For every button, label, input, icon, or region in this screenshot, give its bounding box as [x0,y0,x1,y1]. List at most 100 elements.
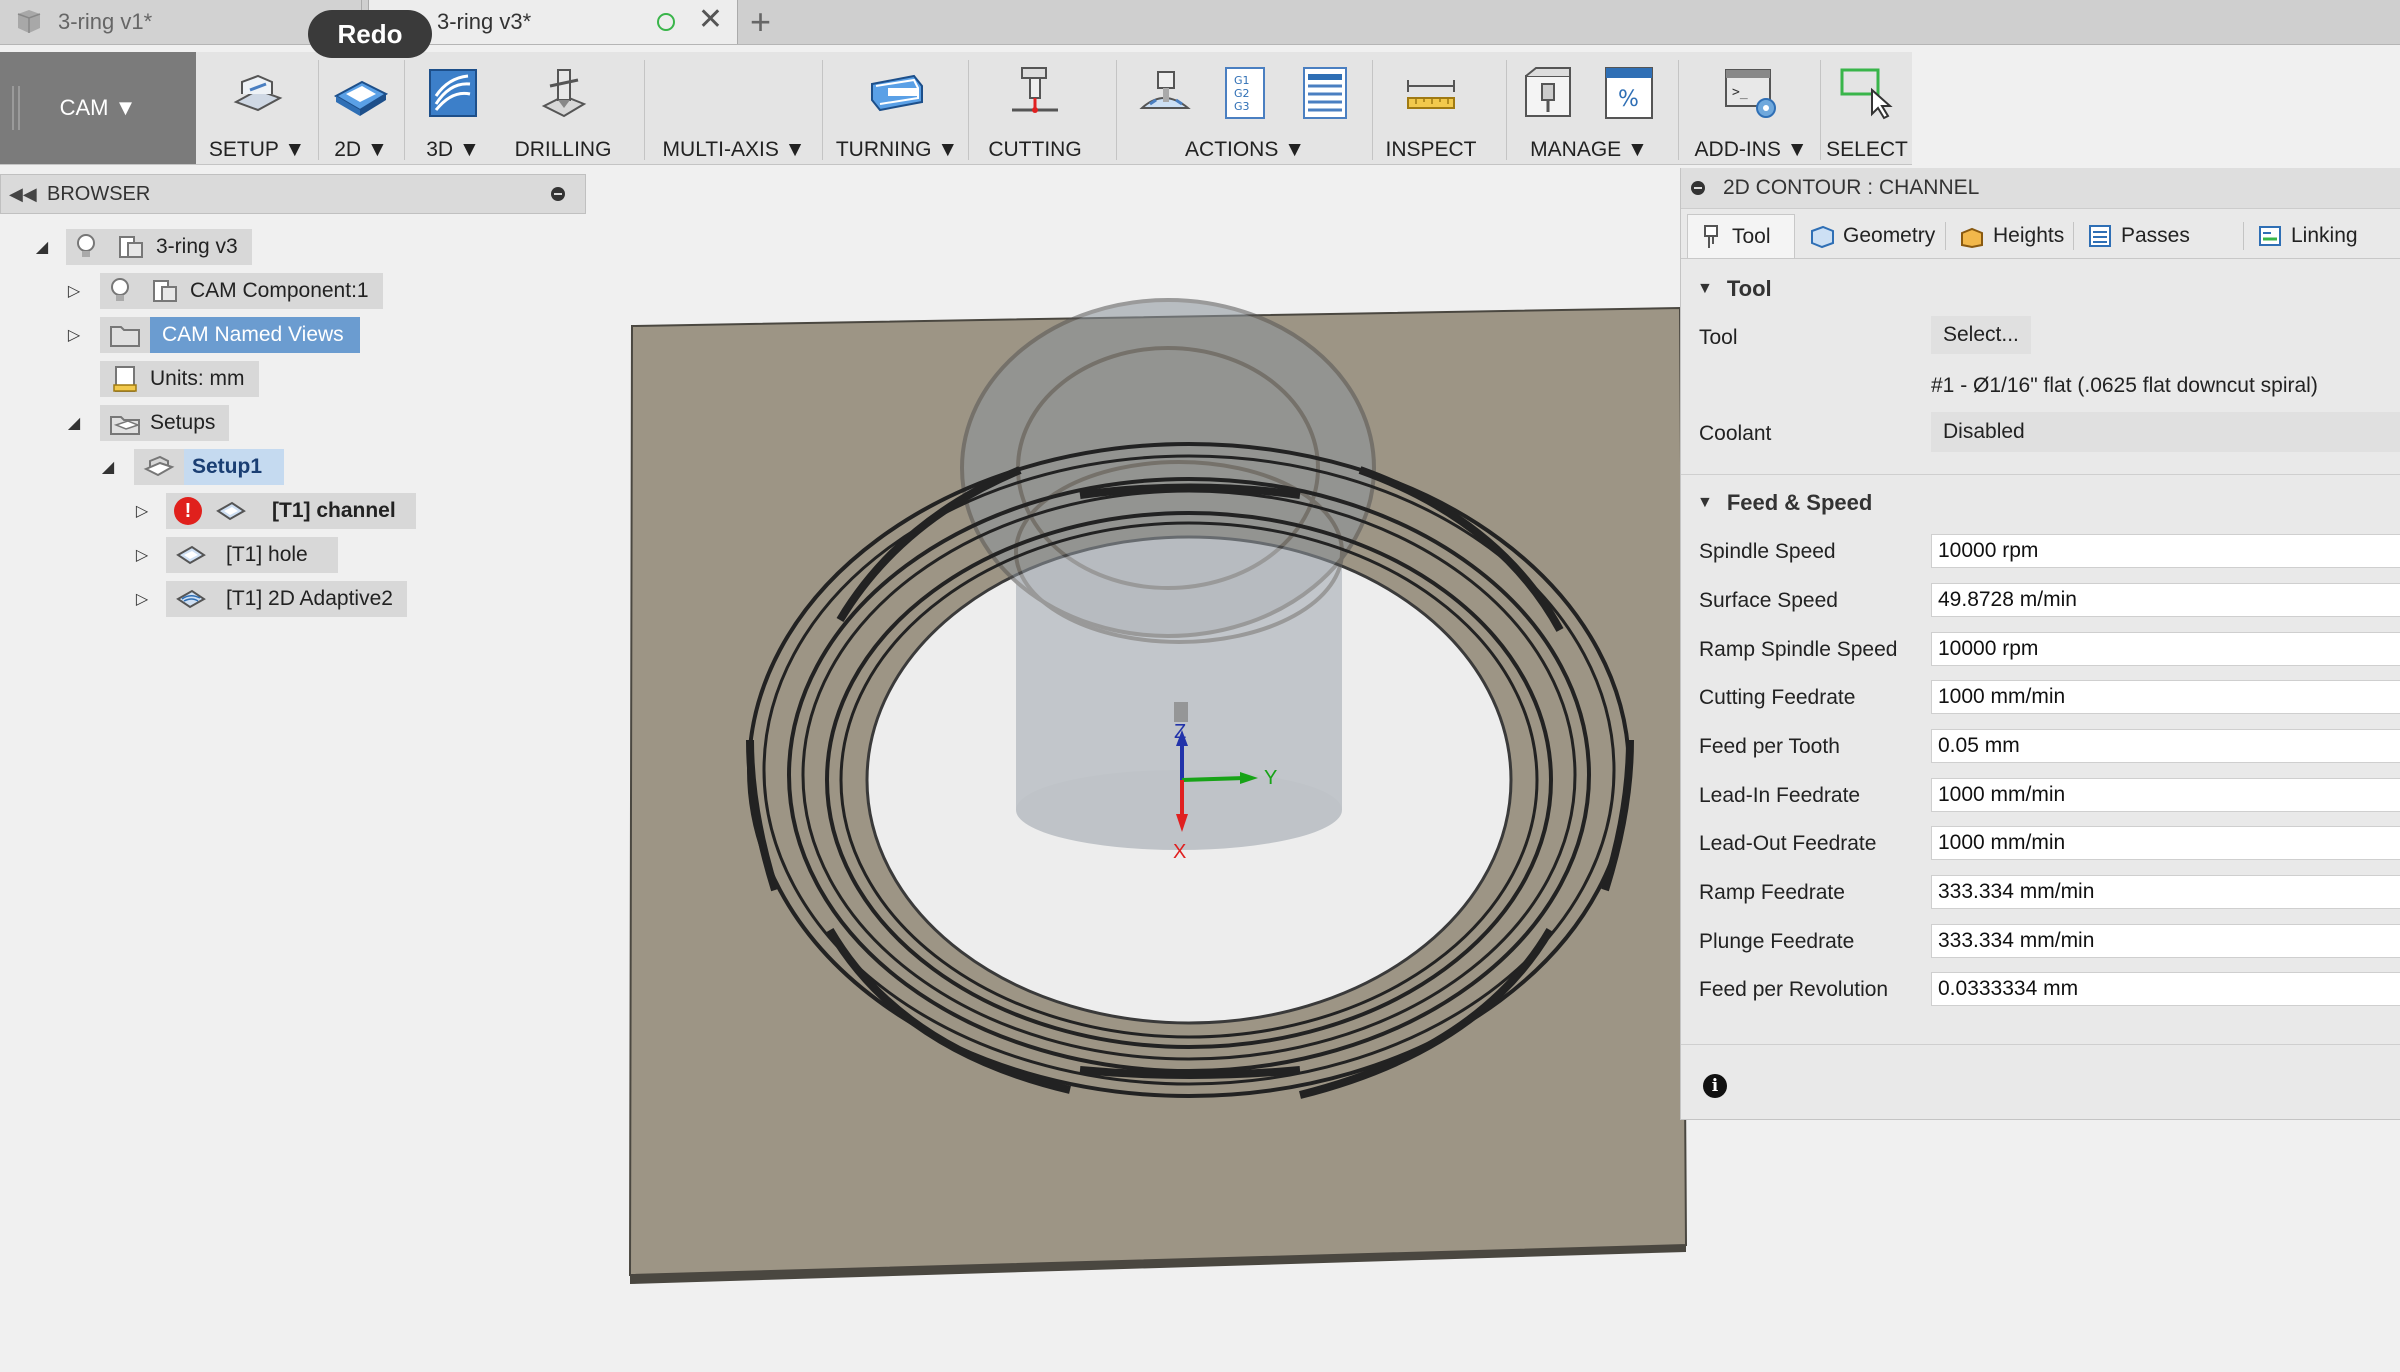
simulate-icon [1139,71,1191,109]
expand-arrow-icon[interactable]: ▷ [64,325,84,345]
ramp-spindle-speed-field[interactable]: 10000 rpm [1931,632,2400,666]
3d-group[interactable]: 3D ▼ [408,52,498,164]
tab-tool[interactable]: Tool [1687,214,1795,258]
2d-group[interactable]: 2D ▼ [320,52,402,164]
add-ins-group[interactable]: >_ ADD-INS ▼ [1684,52,1818,164]
scripts-addins-icon: >_ [1725,69,1776,118]
close-tab-icon[interactable]: ✕ [698,5,723,35]
feed-per-tooth-field[interactable]: 0.05 mm [1931,729,2400,763]
section-title: Feed & Speed [1726,490,1873,515]
tab-passes[interactable]: Passes [2077,214,2193,258]
feed-speed-section-header[interactable]: ▼ Feed & Speed [1697,490,1872,516]
tree-node-label: [T1] channel [272,499,396,522]
tool-section-header[interactable]: ▼ Tool [1697,276,1772,302]
tree-node-cam-component[interactable]: ▷ CAM Component:1 [0,272,383,310]
select-group[interactable]: SELECT [1824,52,1910,164]
tree-node-3-ring-v3[interactable]: ◢ 3-ring v3 [0,228,252,266]
tree-node-units[interactable]: Units: mm [0,360,259,398]
new-tab-button[interactable]: + [750,2,771,42]
tree-node-setups[interactable]: ◢ Setups [0,404,230,442]
tab-label: Geometry [1843,224,1936,247]
workspace-label: CAM [59,95,109,120]
section-title: Tool [1726,276,1772,301]
collapse-triangle-icon: ▼ [1697,494,1713,511]
expand-arrow-icon[interactable]: ▷ [132,589,152,609]
tab-linking[interactable]: Linking [2247,214,2400,258]
post-library-icon: % [1605,67,1653,119]
expand-arrow-icon[interactable]: ▷ [132,501,152,521]
inspect-group[interactable]: INSPECT [1378,52,1484,164]
svg-text:>_: >_ [1732,85,1748,100]
tool-label: Tool [1699,326,1738,349]
lightbulb-icon[interactable] [74,233,98,261]
minimize-dialog-icon[interactable] [1691,181,1705,195]
cutting-group[interactable]: CUTTING [974,52,1096,164]
redo-tooltip: Redo [308,10,432,58]
collapse-arrow-icon[interactable]: ◢ [32,237,52,257]
drilling-label: DRILLING [514,138,612,161]
dialog-title: 2D CONTOUR : CHANNEL [1723,176,1980,199]
adaptive-op-icon [176,589,206,609]
nc-code-icon: G1G2G3 [1225,67,1265,119]
lightbulb-icon[interactable] [108,277,132,305]
tree-node-label: CAM Component:1 [190,279,369,302]
z-axis-label: Z [1174,721,1186,743]
feed-per-revolution-field[interactable]: 0.0333334 mm [1931,972,2400,1006]
browser-header[interactable]: ◀◀ BROWSER [0,174,586,214]
manage-label: MANAGE [1530,138,1622,161]
tree-node-adaptive-operation[interactable]: ▷ [T1] 2D Adaptive2 [0,580,407,618]
setup-icon [143,455,175,477]
multi-axis-label: MULTI-AXIS [662,138,779,161]
lead-out-feedrate-field[interactable]: 1000 mm/min [1931,826,2400,860]
feed-per-revolution-label: Feed per Revolution [1699,978,1889,1001]
tab-label: Passes [2121,224,2190,247]
turning-group[interactable]: TURNING ▼ [830,52,964,164]
tree-node-hole-operation[interactable]: ▷ [T1] hole [0,536,338,574]
collapse-arrow-icon[interactable]: ◢ [64,413,84,433]
multi-axis-group[interactable]: MULTI-AXIS ▼ [650,52,818,164]
coolant-select[interactable]: Disabled [1931,412,2400,452]
svg-text:G2: G2 [1234,87,1250,100]
operation-dialog: 2D CONTOUR : CHANNEL Tool Geometry Heigh… [1680,168,2400,1120]
toolbar-grip[interactable] [12,86,20,130]
manage-group[interactable]: % MANAGE ▼ [1510,52,1668,164]
tab-heights[interactable]: Heights [1949,214,2069,258]
expand-arrow-icon[interactable]: ▷ [64,281,84,301]
coolant-label: Coolant [1699,422,1772,445]
setup-folder-icon [110,416,141,435]
dialog-title-bar[interactable]: 2D CONTOUR : CHANNEL [1681,168,2400,209]
lead-in-feedrate-field[interactable]: 1000 mm/min [1931,778,2400,812]
units-icon [113,366,137,392]
tree-node-channel-operation[interactable]: ▷ ! [T1] channel [0,492,416,530]
expand-arrow-icon[interactable]: ▷ [132,545,152,565]
collapse-arrow-icon[interactable]: ◢ [98,457,118,477]
info-icon[interactable]: i [1703,1074,1727,1098]
tree-node-label: [T1] hole [226,543,308,566]
surface-speed-field[interactable]: 49.8728 m/min [1931,583,2400,617]
tree-node-label: [T1] 2D Adaptive2 [226,587,393,610]
tree-node-label: Units: mm [150,367,245,390]
collapse-browser-icon[interactable]: ◀◀ [9,184,47,205]
drill-icon [541,69,587,118]
cutting-feedrate-field[interactable]: 1000 mm/min [1931,680,2400,714]
plunge-feedrate-field[interactable]: 333.334 mm/min [1931,924,2400,958]
measure-icon [1407,80,1455,109]
lead-out-feedrate-label: Lead-Out Feedrate [1699,832,1877,855]
ramp-feedrate-label: Ramp Feedrate [1699,881,1845,904]
select-tool-button[interactable]: Select... [1931,316,2031,354]
drilling-group[interactable]: DRILLING [510,52,616,164]
tree-node-label: Setup1 [184,449,285,485]
actions-group[interactable]: G1 G2 G3 ACTIONS ▼ [1120,52,1370,164]
folder-icon [110,326,140,347]
component-icon [119,236,143,258]
ramp-feedrate-field[interactable]: 333.334 mm/min [1931,875,2400,909]
minimize-browser-icon[interactable] [551,187,565,201]
3d-viewport[interactable]: Z Y X [600,290,1750,1310]
workspace-switcher-button[interactable]: CAM ▼ [0,52,196,164]
x-axis-label: X [1173,841,1186,863]
tree-node-setup1[interactable]: ◢ Setup1 [0,448,285,486]
tab-geometry[interactable]: Geometry [1799,214,1937,258]
setup-group[interactable]: SETUP ▼ [200,52,314,164]
tree-node-cam-named-views[interactable]: ▷ CAM Named Views [0,316,360,354]
spindle-speed-field[interactable]: 10000 rpm [1931,534,2400,568]
